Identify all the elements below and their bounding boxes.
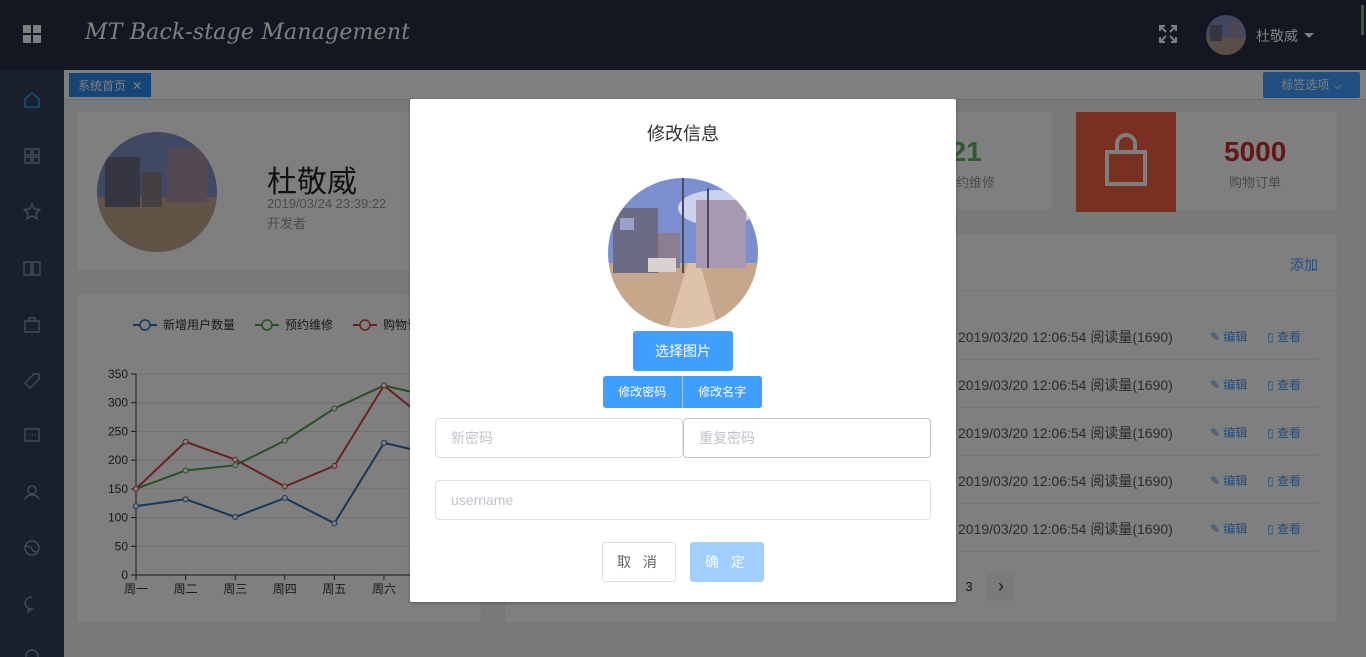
cancel-button[interactable]: 取 消 [602,542,676,582]
avatar-preview [608,178,758,328]
edit-mode-buttons: 修改密码 修改名字 [603,376,762,408]
choose-image-button[interactable]: 选择图片 [633,331,733,371]
repeat-password-field[interactable] [683,418,931,458]
dialog-title: 修改信息 [647,124,719,144]
change-name-button[interactable]: 修改名字 [682,376,762,408]
change-password-button[interactable]: 修改密码 [603,376,683,408]
username-field[interactable] [435,480,931,520]
new-password-field[interactable] [435,418,683,458]
confirm-button[interactable]: 确 定 [690,542,764,582]
edit-info-dialog: 修改信息 选择图片 修改密码 修改名字 取 消 确 定 [410,99,956,602]
